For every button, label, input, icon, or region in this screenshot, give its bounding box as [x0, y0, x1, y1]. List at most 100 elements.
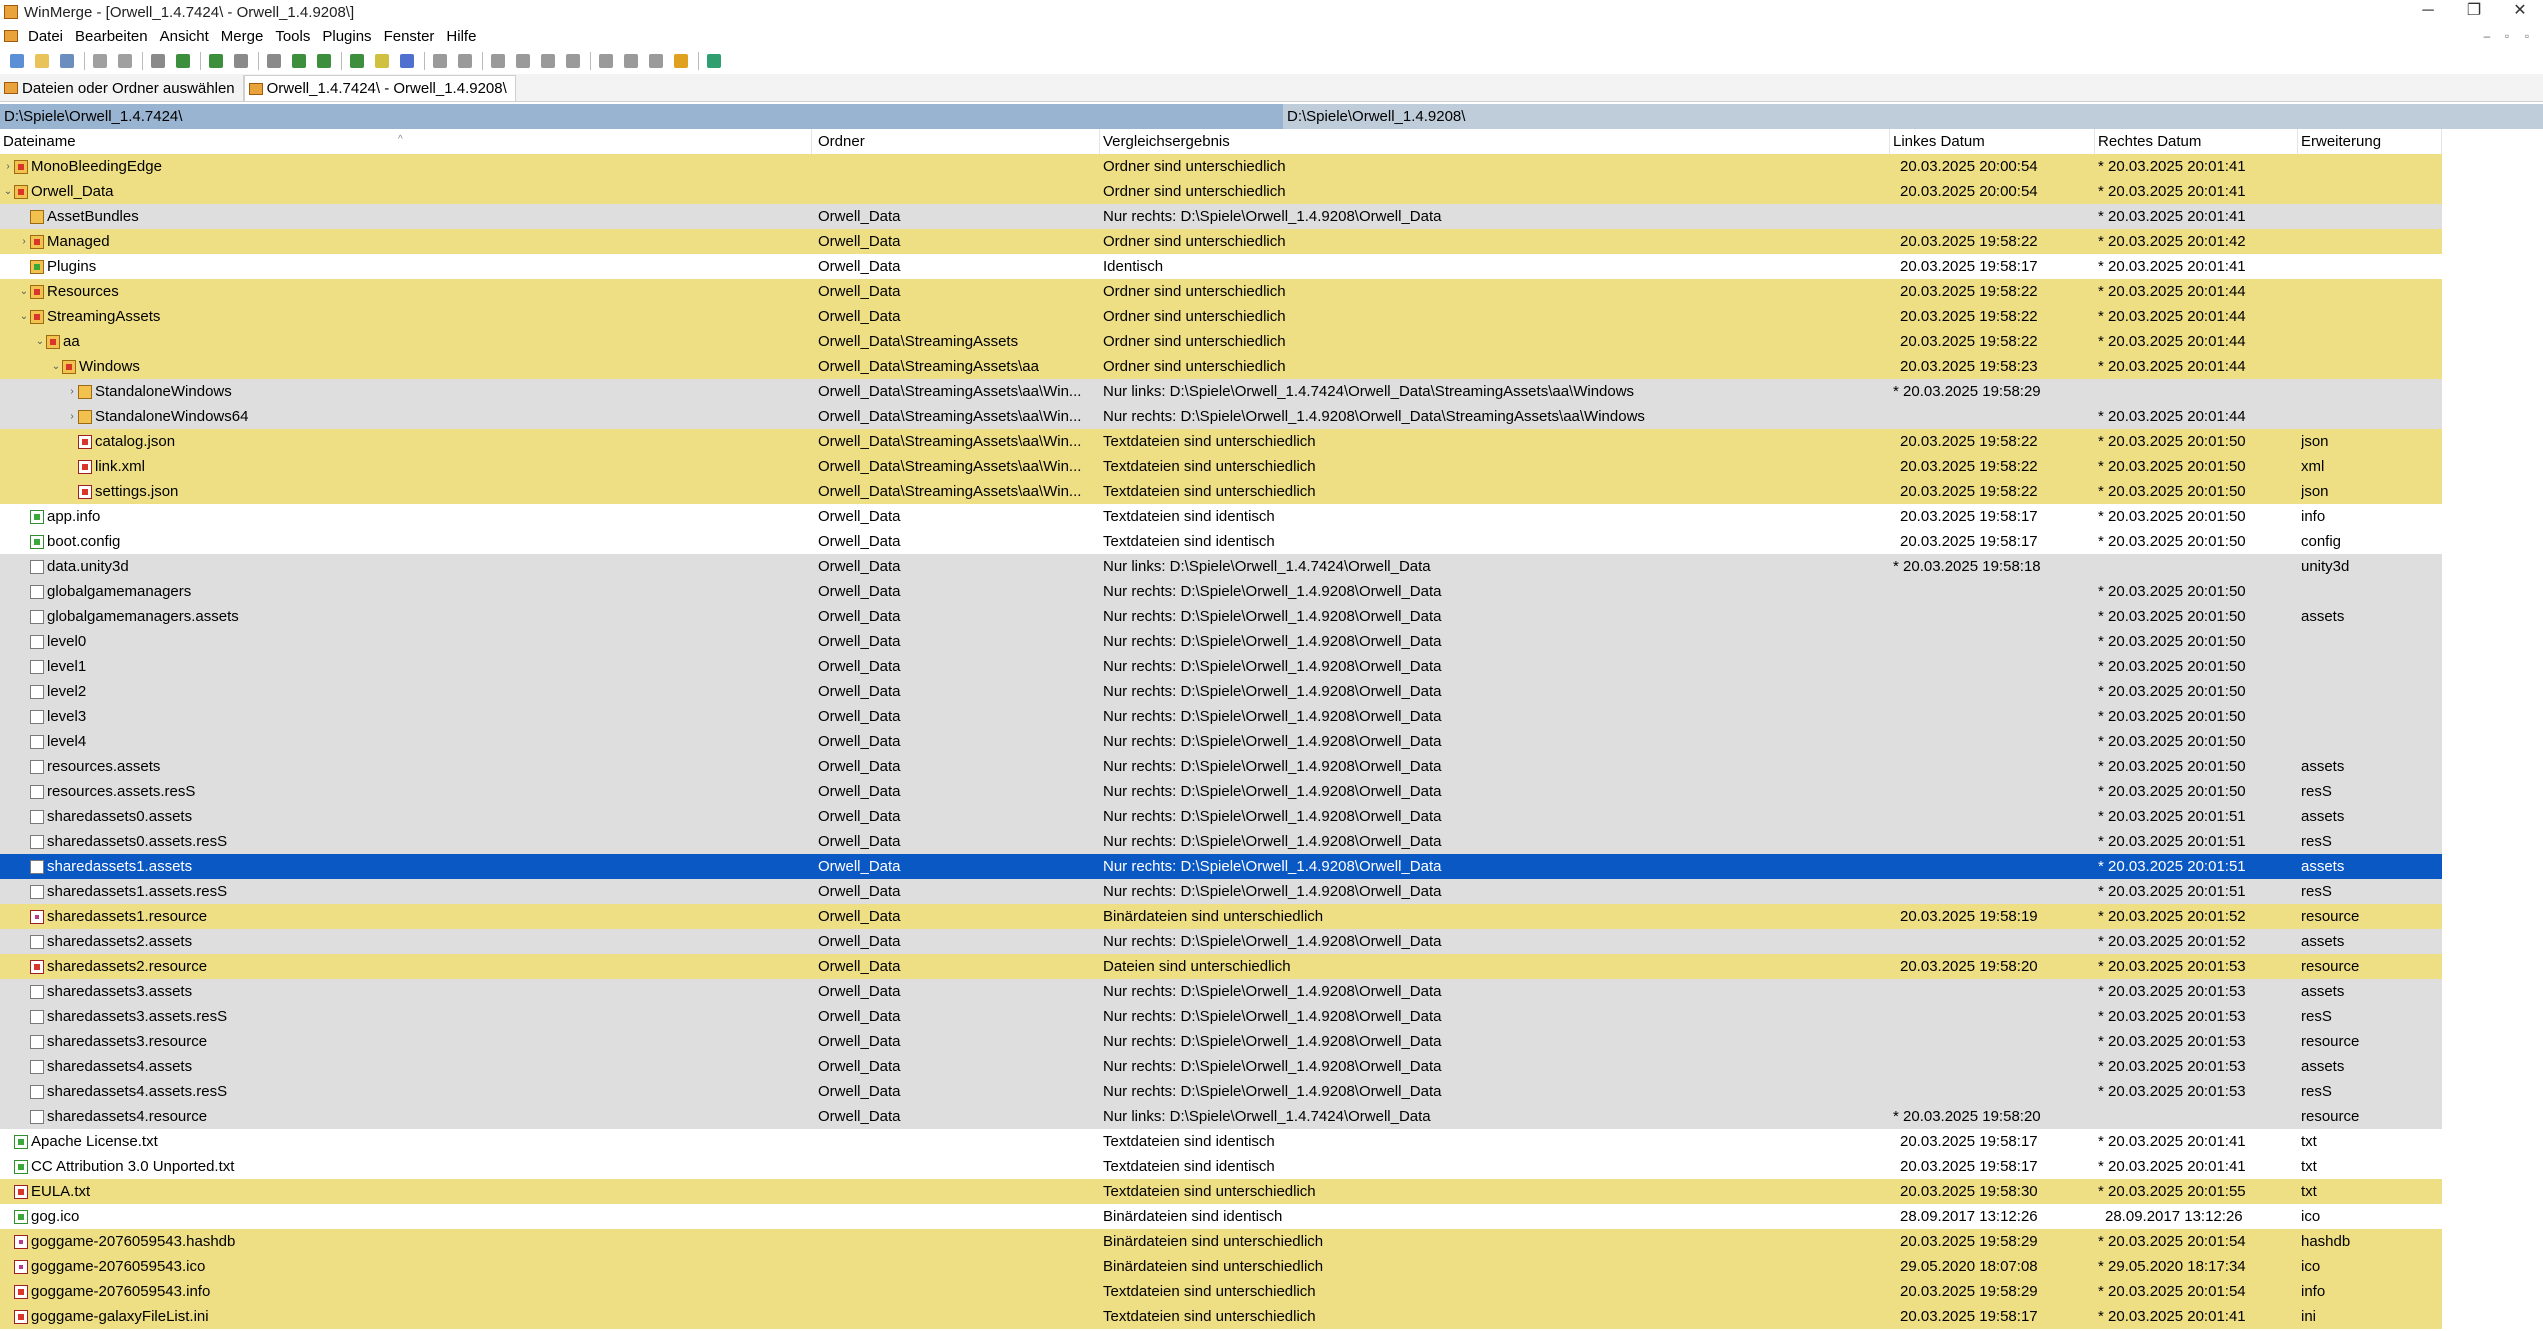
table-row[interactable]: level1 Orwell_Data Nur rechts: D:\Spiele\O…: [0, 654, 2543, 679]
table-row[interactable]: › StandaloneWindows64 Orwell_Data\Streamin…: [0, 404, 2543, 429]
left-path-bar[interactable]: D:\Spiele\Orwell_1.4.7424\: [0, 104, 1283, 129]
toolbar-button-9[interactable]: [232, 52, 250, 70]
table-row[interactable]: sharedassets2.resource Orwell_Data Dateien…: [0, 954, 2543, 979]
table-row[interactable]: settings.json Orwell_Data\StreamingAssets…: [0, 479, 2543, 504]
right-path-bar[interactable]: D:\Spiele\Orwell_1.4.9208\: [1283, 104, 2543, 129]
table-row[interactable]: sharedassets0.assets Orwell_Data Nur recht…: [0, 804, 2543, 829]
doc-restore-button[interactable]: ▫: [2497, 29, 2517, 43]
expand-toggle-icon[interactable]: ›: [2, 154, 14, 179]
toolbar-button-15[interactable]: [398, 52, 416, 70]
toolbar-button-24[interactable]: [647, 52, 665, 70]
table-row[interactable]: globalgamemanagers Orwell_Data Nur rechts:…: [0, 579, 2543, 604]
menu-hilfe[interactable]: Hilfe: [440, 28, 482, 45]
toolbar-button-3[interactable]: [58, 52, 76, 70]
table-row[interactable]: resources.assets.resS Orwell_Data Nur rech…: [0, 779, 2543, 804]
toolbar-button-5[interactable]: [116, 52, 134, 70]
expand-toggle-icon[interactable]: ⌄: [2, 179, 14, 204]
table-row[interactable]: boot.config Orwell_Data Textdateien sind i…: [0, 529, 2543, 554]
table-row[interactable]: › StandaloneWindows Orwell_Data\StreamingA…: [0, 379, 2543, 404]
table-row[interactable]: goggame-2076059543.ico Binärdateien sind …: [0, 1254, 2543, 1279]
doc-close-button[interactable]: ▫: [2517, 29, 2537, 43]
expand-toggle-icon[interactable]: ⌄: [18, 304, 30, 329]
toolbar-button-7[interactable]: [174, 52, 192, 70]
toolbar-button-13[interactable]: [348, 52, 366, 70]
toolbar-button-14[interactable]: [373, 52, 391, 70]
toolbar-button-10[interactable]: [265, 52, 283, 70]
doc-minimize-button[interactable]: –: [2477, 29, 2497, 43]
table-row[interactable]: sharedassets3.resource Orwell_Data Nur rec…: [0, 1029, 2543, 1054]
toolbar-button-22[interactable]: [597, 52, 615, 70]
toolbar-button-4[interactable]: [91, 52, 109, 70]
restore-button[interactable]: ❐: [2451, 0, 2497, 24]
toolbar-button-17[interactable]: [456, 52, 474, 70]
close-button[interactable]: ✕: [2497, 0, 2543, 24]
toolbar-button-25[interactable]: [672, 52, 690, 70]
table-row[interactable]: sharedassets1.assets.resS Orwell_Data Nur …: [0, 879, 2543, 904]
document-icon[interactable]: [4, 30, 18, 42]
toolbar-button-23[interactable]: [622, 52, 640, 70]
table-row[interactable]: goggame-2076059543.hashdb Binärdateien si…: [0, 1229, 2543, 1254]
toolbar-button-2[interactable]: [33, 52, 51, 70]
table-row[interactable]: data.unity3d Orwell_Data Nur links: D:\Spi…: [0, 554, 2543, 579]
menu-merge[interactable]: Merge: [215, 28, 270, 45]
table-row[interactable]: ⌄ Resources Orwell_Data Ordner sind untersc…: [0, 279, 2543, 304]
toolbar-button-12[interactable]: [315, 52, 333, 70]
expand-toggle-icon[interactable]: ⌄: [18, 279, 30, 304]
table-row[interactable]: app.info Orwell_Data Textdateien sind iden…: [0, 504, 2543, 529]
menu-tools[interactable]: Tools: [269, 28, 316, 45]
toolbar-button-16[interactable]: [431, 52, 449, 70]
toolbar-button-18[interactable]: [489, 52, 507, 70]
minimize-button[interactable]: ─: [2405, 0, 2451, 24]
table-row[interactable]: CC Attribution 3.0 Unported.txt Textdatei…: [0, 1154, 2543, 1179]
table-row[interactable]: sharedassets4.assets.resS Orwell_Data Nur …: [0, 1079, 2543, 1104]
table-row[interactable]: Apache License.txt Textdateien sind ident…: [0, 1129, 2543, 1154]
menu-fenster[interactable]: Fenster: [378, 28, 441, 45]
expand-toggle-icon[interactable]: ⌄: [34, 329, 46, 354]
table-row[interactable]: Plugins Orwell_Data Identisch 20.03.2025 19…: [0, 254, 2543, 279]
column-header-result[interactable]: Vergleichsergebnis: [1100, 129, 1890, 154]
table-row[interactable]: sharedassets1.resource Orwell_Data Binärda…: [0, 904, 2543, 929]
table-row[interactable]: sharedassets3.assets.resS Orwell_Data Nur …: [0, 1004, 2543, 1029]
table-row[interactable]: sharedassets4.resource Orwell_Data Nur lin…: [0, 1104, 2543, 1129]
column-header-folder[interactable]: Ordner: [815, 129, 1100, 154]
table-row[interactable]: › MonoBleedingEdge Ordner sind unterschied…: [0, 154, 2543, 179]
toolbar-button-19[interactable]: [514, 52, 532, 70]
tab-folder-compare[interactable]: Orwell_1.4.7424\ - Orwell_1.4.9208\: [243, 75, 516, 101]
table-row[interactable]: goggame-galaxyFileList.ini Textdateien si…: [0, 1304, 2543, 1329]
toolbar-button-6[interactable]: [149, 52, 167, 70]
table-row[interactable]: ⌄ Windows Orwell_Data\StreamingAssets\aa Or…: [0, 354, 2543, 379]
table-row[interactable]: level3 Orwell_Data Nur rechts: D:\Spiele\O…: [0, 704, 2543, 729]
table-row[interactable]: ⌄ aa Orwell_Data\StreamingAssets Ordner sin…: [0, 329, 2543, 354]
menu-plugins[interactable]: Plugins: [316, 28, 377, 45]
table-row[interactable]: sharedassets2.assets Orwell_Data Nur recht…: [0, 929, 2543, 954]
table-row[interactable]: catalog.json Orwell_Data\StreamingAssets\…: [0, 429, 2543, 454]
menu-ansicht[interactable]: Ansicht: [154, 28, 215, 45]
table-row[interactable]: level0 Orwell_Data Nur rechts: D:\Spiele\O…: [0, 629, 2543, 654]
table-row[interactable]: goggame-2076059543.info Textdateien sind …: [0, 1279, 2543, 1304]
toolbar-button-20[interactable]: [539, 52, 557, 70]
table-row[interactable]: globalgamemanagers.assets Orwell_Data Nur …: [0, 604, 2543, 629]
column-header-extension[interactable]: Erweiterung: [2298, 129, 2442, 154]
table-row[interactable]: ⌄ StreamingAssets Orwell_Data Ordner sind u…: [0, 304, 2543, 329]
table-row[interactable]: sharedassets3.assets Orwell_Data Nur recht…: [0, 979, 2543, 1004]
table-row[interactable]: gog.ico Binärdateien sind identisch 28.09.…: [0, 1204, 2543, 1229]
expand-toggle-icon[interactable]: ›: [66, 379, 78, 404]
table-row[interactable]: level2 Orwell_Data Nur rechts: D:\Spiele\O…: [0, 679, 2543, 704]
table-row[interactable]: EULA.txt Textdateien sind unterschiedlich…: [0, 1179, 2543, 1204]
tab-select-files[interactable]: Dateien oder Ordner auswählen: [0, 75, 244, 101]
column-header-right-date[interactable]: Rechtes Datum: [2095, 129, 2298, 154]
toolbar-button-26[interactable]: [705, 52, 723, 70]
toolbar-button-1[interactable]: [8, 52, 26, 70]
expand-toggle-icon[interactable]: ›: [18, 229, 30, 254]
toolbar-button-21[interactable]: [564, 52, 582, 70]
menu-datei[interactable]: Datei: [22, 28, 69, 45]
table-row[interactable]: level4 Orwell_Data Nur rechts: D:\Spiele\O…: [0, 729, 2543, 754]
table-row[interactable]: sharedassets0.assets.resS Orwell_Data Nur …: [0, 829, 2543, 854]
column-header-left-date[interactable]: Linkes Datum: [1890, 129, 2095, 154]
table-row[interactable]: sharedassets1.assets Orwell_Data Nur recht…: [0, 854, 2543, 879]
column-header-name[interactable]: Dateiname ^: [0, 129, 812, 154]
menu-bearbeiten[interactable]: Bearbeiten: [69, 28, 154, 45]
table-row[interactable]: sharedassets4.assets Orwell_Data Nur recht…: [0, 1054, 2543, 1079]
table-row[interactable]: › Managed Orwell_Data Ordner sind unterschi…: [0, 229, 2543, 254]
expand-toggle-icon[interactable]: ›: [66, 404, 78, 429]
